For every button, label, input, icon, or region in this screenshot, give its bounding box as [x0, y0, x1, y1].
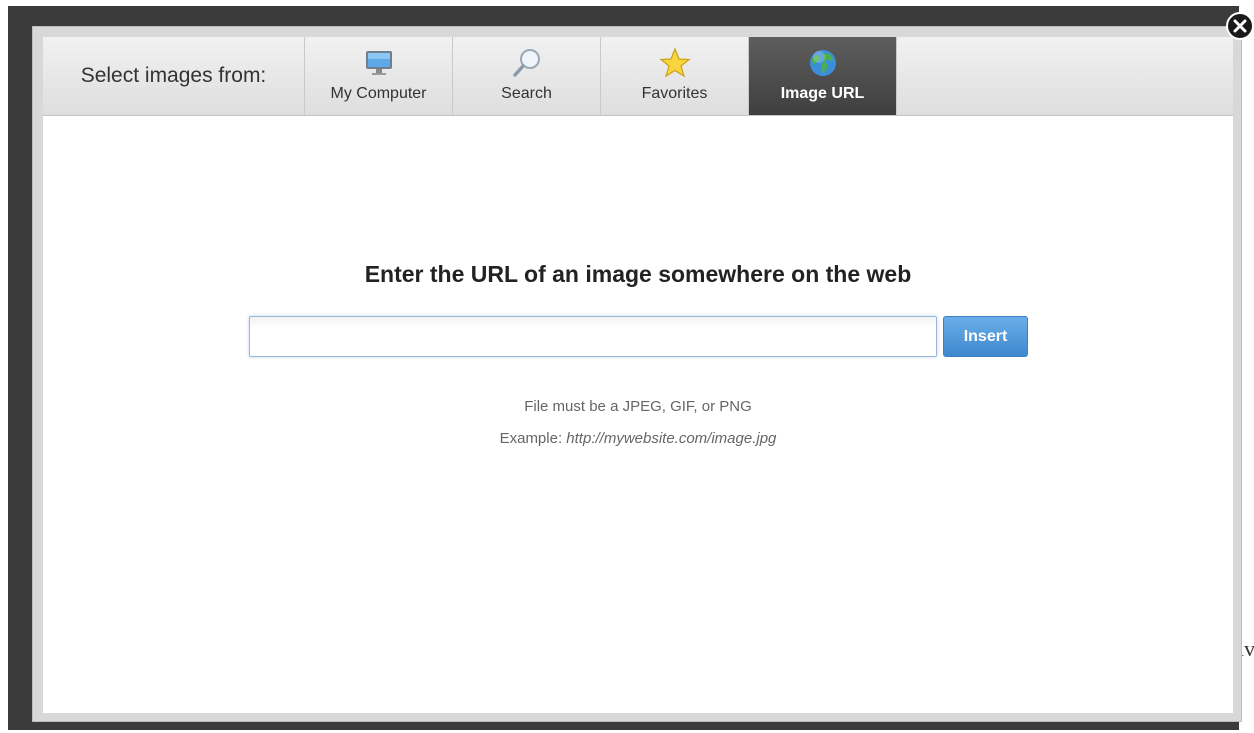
example-url: http://mywebsite.com/image.jpg	[566, 430, 777, 447]
image-picker-dialog: Select images from: My Computer Search F	[32, 26, 1242, 722]
page-title: Enter the URL of an image somewhere on t…	[364, 261, 912, 287]
tabbar-label: Select images from:	[43, 37, 305, 115]
insert-button[interactable]: Insert	[943, 316, 1028, 357]
image-url-panel: Enter the URL of an image somewhere on t…	[43, 116, 1233, 713]
example-url-hint: Example: http://mywebsite.com/image.jpg	[43, 430, 1233, 447]
tab-label: Favorites	[641, 85, 708, 102]
tab-search[interactable]: Search	[453, 37, 601, 115]
star-icon	[659, 47, 691, 78]
tab-label: Image URL	[780, 85, 865, 102]
monitor-icon	[366, 51, 392, 75]
globe-icon	[810, 50, 836, 76]
magnifier-icon	[513, 49, 540, 77]
tab-favorites[interactable]: Favorites	[601, 37, 749, 115]
image-url-input[interactable]	[249, 316, 937, 357]
tab-image-url[interactable]: Image URL	[749, 37, 897, 115]
source-tabbar: Select images from: My Computer Search F	[43, 37, 1233, 116]
tab-label: My Computer	[330, 85, 427, 102]
example-prefix: Example:	[499, 430, 563, 447]
file-format-hint: File must be a JPEG, GIF, or PNG	[524, 398, 752, 415]
close-icon[interactable]	[1226, 12, 1254, 40]
tab-my-computer[interactable]: My Computer	[305, 37, 453, 115]
tab-label: Search	[501, 85, 552, 102]
